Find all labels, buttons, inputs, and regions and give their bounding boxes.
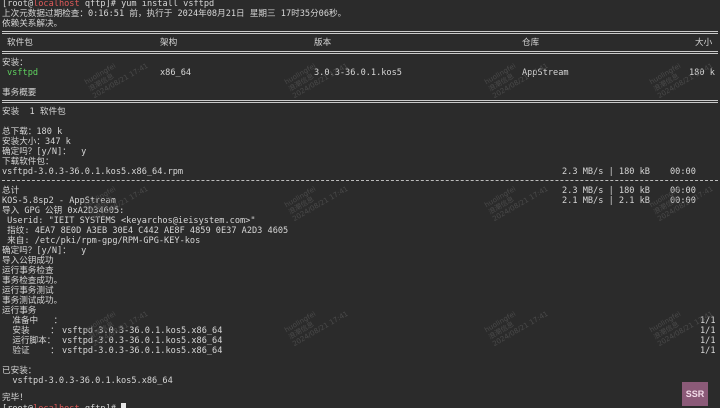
ssr-badge[interactable]: SSR bbox=[682, 382, 708, 406]
cursor[interactable] bbox=[121, 403, 127, 408]
transaction-package: vsftpd-3.0.3-36.0.1.kos5.x86_64 bbox=[62, 346, 223, 356]
terminal-window[interactable]: [root@localhost qftp]# yum install vsftp… bbox=[0, 0, 720, 408]
double-separator bbox=[2, 100, 718, 103]
transaction-count: 1/1 bbox=[700, 346, 716, 356]
final-prompt-dir: qftp bbox=[85, 404, 106, 408]
repo-speed: 2.1 MB/s | 2.1 kB bbox=[562, 196, 650, 206]
double-separator bbox=[2, 31, 718, 34]
transaction-summary: 事务概要 bbox=[2, 88, 37, 98]
header-package: 软件包 bbox=[7, 38, 33, 48]
final-prompt: [root@localhost qftp]# bbox=[2, 403, 127, 408]
prompt-command: yum install vsftpd bbox=[121, 0, 215, 9]
prompt-dir: qftp bbox=[84, 0, 106, 9]
install-count: 安装 1 软件包 bbox=[2, 107, 66, 117]
download-file-speed: 2.3 MB/s | 180 kB bbox=[562, 167, 650, 177]
package-name: vsftpd bbox=[7, 68, 39, 78]
package-arch: x86_64 bbox=[160, 68, 192, 78]
table-header-row: 软件包 架构 版本 仓库 大小 bbox=[0, 38, 720, 49]
download-file-name: vsftpd-3.0.3-36.0.1.kos5.x86_64.rpm bbox=[2, 167, 184, 177]
header-size: 大小 bbox=[695, 38, 713, 48]
header-version: 版本 bbox=[314, 38, 332, 48]
download-file-row: vsftpd-3.0.3-36.0.1.kos5.x86_64.rpm 2.3 … bbox=[0, 167, 720, 178]
transaction-label: 验证 ： bbox=[2, 346, 59, 356]
final-prompt-host: localhost bbox=[33, 404, 80, 408]
installed-package: vsftpd-3.0.3-36.0.1.kos5.x86_64 bbox=[2, 376, 173, 386]
transaction-row: 验证 ： vsftpd-3.0.3-36.0.1.kos5.x86_64 1/1 bbox=[0, 346, 720, 357]
double-separator bbox=[2, 51, 718, 54]
dashed-separator bbox=[2, 180, 718, 181]
prompt-host: localhost bbox=[33, 0, 80, 9]
dependency-line: 依赖关系解决。 bbox=[2, 19, 63, 29]
final-prompt-line: [root@localhost qftp]# bbox=[0, 403, 720, 408]
final-prompt-user: root bbox=[7, 404, 28, 408]
prompt-user: root bbox=[7, 0, 28, 9]
header-arch: 架构 bbox=[160, 38, 178, 48]
